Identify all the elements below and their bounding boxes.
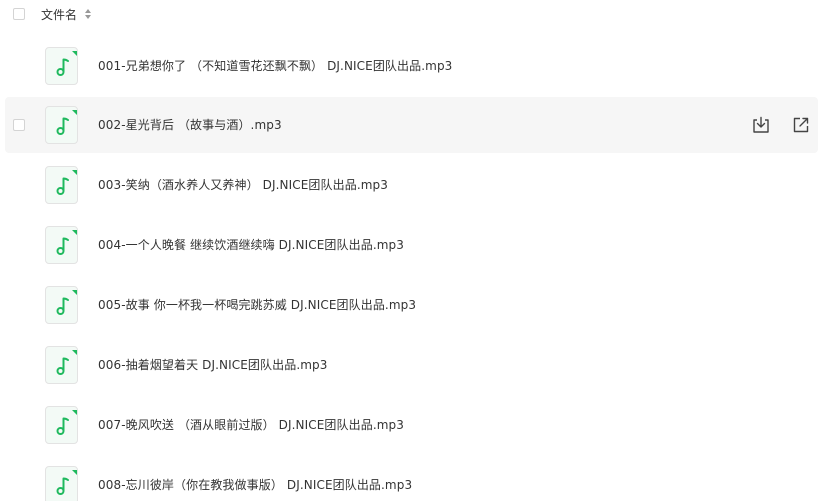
- music-note-icon: [45, 346, 78, 384]
- music-note-icon: [45, 106, 78, 144]
- music-note-icon: [45, 47, 78, 85]
- file-row[interactable]: 003-笑纳（酒水养人又养神） DJ.NICE团队出品.mp3: [5, 157, 818, 213]
- download-icon[interactable]: [751, 115, 771, 135]
- row-checkbox[interactable]: [13, 119, 25, 131]
- file-name[interactable]: 007-晚风吹送 （酒从眼前过版） DJ.NICE团队出品.mp3: [98, 417, 404, 433]
- music-note-icon: [45, 466, 78, 501]
- list-header: 文件名: [0, 0, 818, 30]
- file-row[interactable]: 007-晚风吹送 （酒从眼前过版） DJ.NICE团队出品.mp3: [5, 397, 818, 453]
- select-all-checkbox[interactable]: [13, 8, 25, 20]
- file-name[interactable]: 002-星光背后 （故事与酒）.mp3: [98, 117, 282, 133]
- file-row[interactable]: 001-兄弟想你了 （不知道雪花还飘不飘） DJ.NICE团队出品.mp3: [5, 38, 818, 94]
- file-row[interactable]: 008-忘川彼岸（你在教我做事版） DJ.NICE团队出品.mp3: [5, 457, 818, 501]
- file-row[interactable]: 006-抽着烟望着天 DJ.NICE团队出品.mp3: [5, 337, 818, 393]
- file-name[interactable]: 006-抽着烟望着天 DJ.NICE团队出品.mp3: [98, 357, 327, 373]
- file-row[interactable]: 004-一个人晚餐 继续饮酒继续嗨 DJ.NICE团队出品.mp3: [5, 217, 818, 273]
- music-note-icon: [45, 166, 78, 204]
- sort-icon[interactable]: [85, 9, 92, 21]
- file-name[interactable]: 008-忘川彼岸（你在教我做事版） DJ.NICE团队出品.mp3: [98, 477, 412, 493]
- external-link-icon[interactable]: [791, 115, 811, 135]
- file-row[interactable]: 005-故事 你一杯我一杯喝完跳苏威 DJ.NICE团队出品.mp3: [5, 277, 818, 333]
- file-name[interactable]: 005-故事 你一杯我一杯喝完跳苏威 DJ.NICE团队出品.mp3: [98, 297, 416, 313]
- file-row[interactable]: 002-星光背后 （故事与酒）.mp3: [5, 97, 818, 153]
- music-note-icon: [45, 226, 78, 264]
- music-note-icon: [45, 406, 78, 444]
- file-name[interactable]: 003-笑纳（酒水养人又养神） DJ.NICE团队出品.mp3: [98, 177, 388, 193]
- column-header-filename[interactable]: 文件名: [41, 7, 77, 23]
- file-name[interactable]: 001-兄弟想你了 （不知道雪花还飘不飘） DJ.NICE团队出品.mp3: [98, 58, 452, 74]
- file-name[interactable]: 004-一个人晚餐 继续饮酒继续嗨 DJ.NICE团队出品.mp3: [98, 237, 404, 253]
- file-list: 文件名 001-兄弟想你了 （不知道雪花还飘不飘） DJ.NICE团队出品.mp…: [0, 0, 818, 501]
- music-note-icon: [45, 286, 78, 324]
